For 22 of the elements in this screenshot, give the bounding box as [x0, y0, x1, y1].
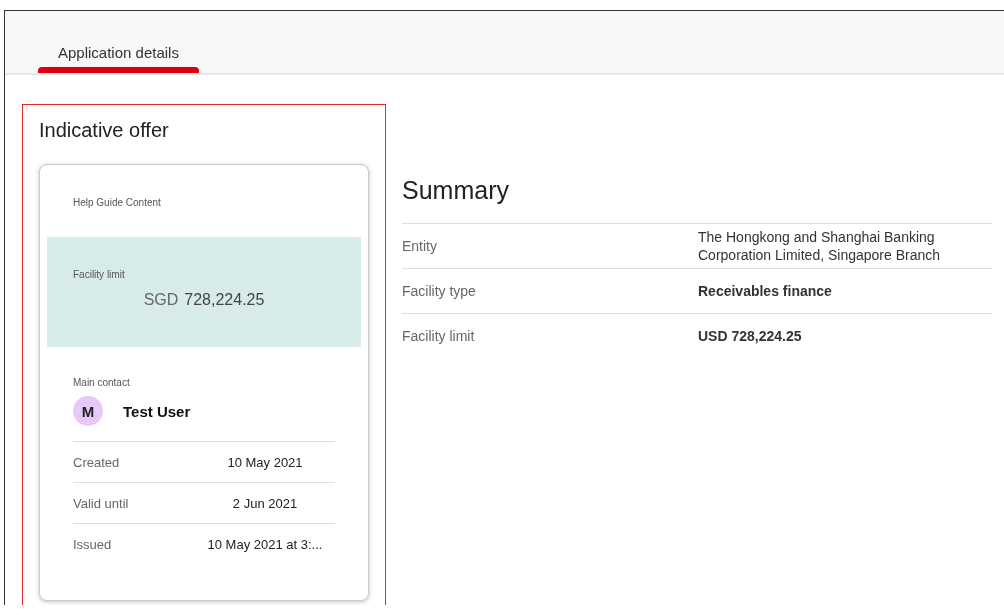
summary-label: Facility limit: [402, 328, 476, 344]
detail-label: Valid until: [73, 495, 130, 511]
detail-value: 10 May 2021 at 3:...: [206, 536, 324, 552]
amount-value: 728,224.25: [184, 291, 265, 308]
field-label: Main contact: [73, 377, 131, 388]
summary-value: The Hongkong and Shanghai Banking Corporation Limited, Singapore Branch: [698, 228, 942, 264]
detail-label: Created: [73, 454, 121, 470]
detail-label: Issued: [73, 536, 113, 552]
section-title: Summary: [402, 176, 510, 205]
summary-value: Receivables finance: [698, 282, 833, 300]
summary-label: Facility type: [402, 283, 477, 299]
panel-title: Indicative offer: [39, 119, 170, 142]
avatar: M: [73, 396, 103, 426]
summary-label: Entity: [402, 238, 438, 254]
detail-value: 2 Jun 2021: [231, 495, 299, 511]
tab[interactable]: Application details: [38, 44, 199, 73]
detail-value: 10 May 2021: [226, 454, 304, 470]
help-guide-text: Help Guide Content: [73, 197, 162, 208]
currency-code: SGD: [143, 291, 179, 308]
summary-value: USD 728,224.25: [698, 327, 803, 345]
field-label: Facility limit: [73, 269, 126, 280]
contact-name: Test User: [123, 402, 191, 420]
